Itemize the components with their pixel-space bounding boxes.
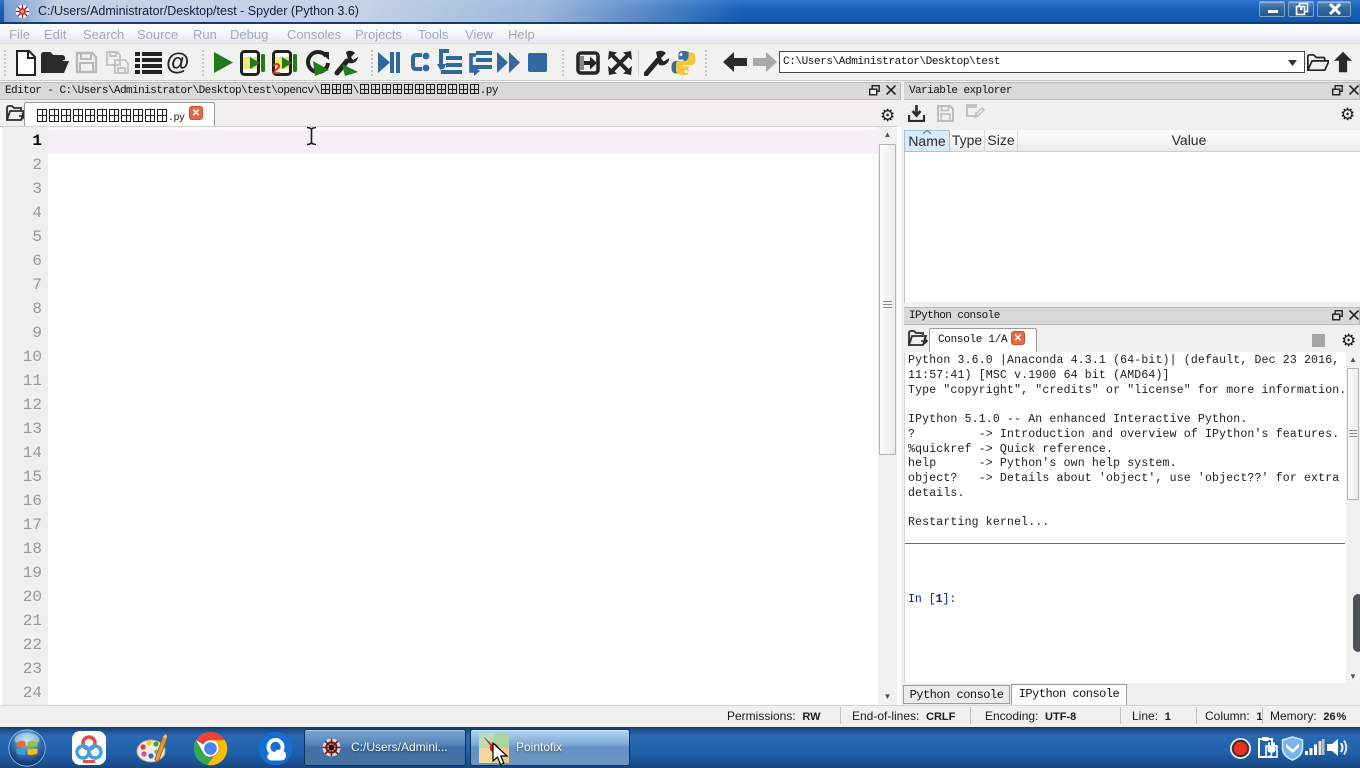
svg-text:2: 2 xyxy=(272,61,281,76)
